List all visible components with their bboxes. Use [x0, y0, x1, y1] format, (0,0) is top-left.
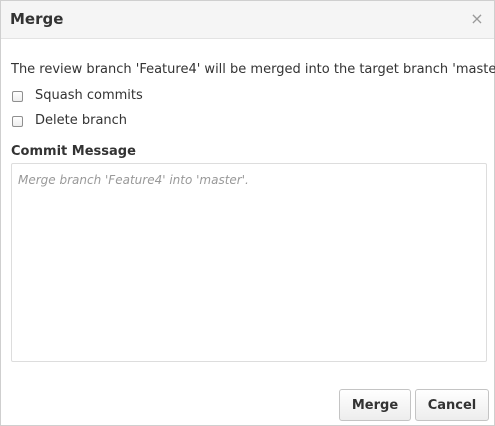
commit-message-input[interactable] [11, 163, 487, 362]
squash-commits-option[interactable]: Squash commits [12, 87, 143, 105]
squash-commits-label[interactable]: Squash commits [35, 87, 143, 105]
close-icon[interactable]: × [470, 9, 484, 29]
cancel-button[interactable]: Cancel [415, 389, 489, 421]
dialog-title: Merge [10, 10, 64, 28]
delete-branch-label[interactable]: Delete branch [35, 112, 127, 130]
delete-branch-option[interactable]: Delete branch [12, 112, 127, 130]
merge-button[interactable]: Merge [339, 389, 411, 421]
merge-description: The review branch 'Feature4' will be mer… [11, 62, 495, 77]
merge-dialog: Merge × The review branch 'Feature4' wil… [0, 0, 495, 426]
commit-message-label: Commit Message [11, 144, 136, 159]
dialog-header: Merge × [1, 1, 494, 39]
squash-commits-checkbox[interactable] [12, 90, 23, 102]
delete-branch-checkbox[interactable] [12, 115, 23, 127]
